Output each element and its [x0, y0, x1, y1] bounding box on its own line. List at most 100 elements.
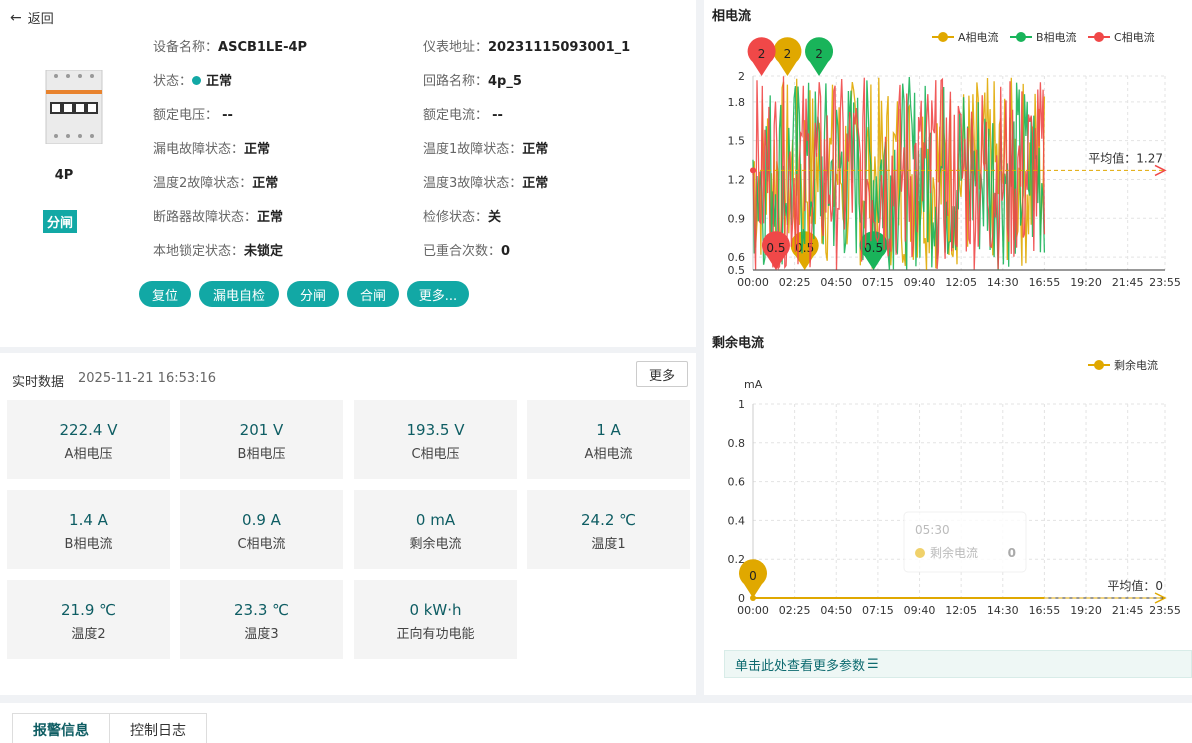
x-tick-label: 02:25: [779, 604, 811, 617]
y-tick-label: 0.8: [728, 437, 746, 450]
tooltip-time: 05:30: [915, 523, 950, 537]
average-label: 平均值：0: [1107, 578, 1163, 593]
data-card-temp1: 24.2 ℃ 温度1: [527, 490, 690, 569]
menu-icon: ☰: [867, 656, 879, 672]
more-params-link[interactable]: 单击此处查看更多参数 ☰: [724, 650, 1192, 678]
x-tick-label: 16:55: [1029, 604, 1061, 617]
bottom-tabs-panel: 报警信息 控制日志: [0, 703, 1192, 743]
legend-label: C相电流: [1114, 30, 1155, 44]
leakage-fault-field: 漏电故障状态：正常: [153, 142, 271, 157]
close-button[interactable]: 合闸: [347, 281, 399, 307]
realtime-more-button[interactable]: 更多: [636, 361, 688, 387]
y-tick-label: 1.5: [728, 135, 746, 148]
local-lock-field: 本地锁定状态：未锁定: [153, 244, 284, 259]
x-tick-label: 09:40: [904, 276, 936, 289]
data-card-residual-current: 0 mA 剩余电流: [354, 490, 517, 569]
tab-control-log[interactable]: 控制日志: [109, 713, 207, 743]
switch-state-badge: 分闸: [43, 210, 78, 233]
y-tick-label: 2: [738, 70, 745, 83]
x-tick-label: 14:30: [987, 604, 1019, 617]
y-tick-label: 0.9: [728, 212, 746, 225]
tooltip-series: 剩余电流: [930, 545, 978, 560]
rated-current-field: 额定电流： --: [423, 108, 503, 123]
open-button[interactable]: 分闸: [287, 281, 339, 307]
y-tick-label: 1.8: [728, 96, 746, 109]
y-tick-label: 0.4: [728, 514, 746, 527]
legend-label: B相电流: [1036, 30, 1077, 44]
x-tick-label: 12:05: [945, 604, 977, 617]
average-label: 平均值：1.27: [1088, 150, 1163, 165]
data-card-temp2: 21.9 ℃ 温度2: [7, 580, 170, 659]
svg-text:2: 2: [784, 47, 792, 61]
reclose-count-field: 已重合次数：0: [423, 244, 511, 259]
data-card-forward-energy: 0 kW·h 正向有功电能: [354, 580, 517, 659]
svg-text:2: 2: [815, 47, 823, 61]
realtime-title: 实时数据: [12, 375, 65, 390]
average-start-dot: [750, 167, 756, 174]
x-tick-label: 02:25: [779, 276, 811, 289]
maintenance-field: 检修状态：关: [423, 210, 502, 225]
phase-current-chart[interactable]: C相电流 B相电流 A相电流 0.5 0.6 0.9 1.2 1.5 1.8 2 00:00 02:2…: [704, 22, 1192, 302]
legend-marker-1: [1016, 32, 1026, 42]
device-model-label: 4P: [54, 168, 74, 183]
device-panel: ← 返回 4P 分闸 设备名称：ASCB1LE-4P 仪表地址：20231115…: [0, 0, 696, 347]
realtime-panel: 实时数据 2025-11-21 16:53:16 更多 222.4 V A相电压 …: [0, 353, 696, 695]
x-tick-label: 07:15: [862, 604, 894, 617]
y-tick-label: 1: [738, 398, 745, 411]
legend-marker-2: [1094, 32, 1104, 42]
x-tick-label: 16:55: [1029, 276, 1061, 289]
arrow-left-icon: ←: [10, 9, 22, 26]
chart-panel: 相电流 C相电流 B相电流 A相电流 0.5 0.6 0.9 1.2 1.5 1.8 2 00:00…: [704, 0, 1192, 695]
device-name-field: 设备名称：ASCB1LE-4P: [153, 40, 308, 55]
back-label: 返回: [27, 12, 54, 27]
reset-button[interactable]: 复位: [139, 281, 191, 307]
more-params-label: 单击此处查看更多参数: [735, 658, 866, 674]
realtime-timestamp: 2025-11-21 16:53:16: [78, 371, 217, 386]
data-card-b-voltage: 201 V B相电压: [180, 400, 343, 479]
legend-marker-0: [1094, 360, 1104, 370]
svg-text:0.5: 0.5: [766, 241, 785, 255]
breaker-fault-field: 断路器故障状态：正常: [153, 210, 284, 225]
data-card-c-current: 0.9 A C相电流: [180, 490, 343, 569]
x-tick-label: 12:05: [945, 276, 977, 289]
loop-name-field: 回路名称：4p_5: [423, 74, 522, 89]
back-button[interactable]: ← 返回: [10, 8, 54, 28]
data-card-a-voltage: 222.4 V A相电压: [7, 400, 170, 479]
x-tick-label: 07:15: [862, 276, 894, 289]
rated-voltage-field: 额定电压： --: [153, 108, 233, 123]
x-tick-label: 21:45: [1112, 604, 1144, 617]
leakage-self-test-button[interactable]: 漏电自检: [199, 281, 279, 307]
x-tick-label: 00:00: [737, 604, 769, 617]
meter-address-field: 仪表地址：20231115093001_1: [423, 40, 631, 55]
max-marker-1: 2: [805, 37, 834, 76]
data-card-b-current: 1.4 A B相电流: [7, 490, 170, 569]
x-tick-label: 04:50: [820, 276, 852, 289]
x-tick-label: 19:20: [1070, 604, 1102, 617]
svg-text:0.5: 0.5: [864, 241, 883, 255]
svg-text:2: 2: [758, 47, 766, 61]
x-tick-label: 23:55: [1149, 604, 1181, 617]
tooltip-dot: [915, 548, 925, 558]
temp1-fault-field: 温度1故障状态：正常: [423, 142, 549, 157]
x-tick-label: 23:55: [1149, 276, 1181, 289]
x-tick-label: 14:30: [987, 276, 1019, 289]
x-tick-label: 19:20: [1070, 276, 1102, 289]
y-tick-label: 1.2: [728, 173, 746, 186]
residual-current-chart-title: 剩余电流: [712, 336, 765, 351]
x-tick-label: 04:50: [820, 604, 852, 617]
tooltip-value: 0: [1008, 546, 1016, 560]
x-tick-label: 21:45: [1112, 276, 1144, 289]
residual-current-chart[interactable]: 剩余电流mA00.20.40.60.8100:00 02:25 04:50 07:15…: [704, 350, 1192, 630]
chart-tooltip: [903, 511, 1027, 573]
tab-alarm-info[interactable]: 报警信息: [12, 713, 110, 743]
data-card-temp3: 23.3 ℃ 温度3: [180, 580, 343, 659]
more-actions-button[interactable]: 更多...: [407, 281, 469, 307]
x-tick-label: 09:40: [904, 604, 936, 617]
status-dot-icon: [192, 76, 202, 85]
temp3-fault-field: 温度3故障状态：正常: [423, 176, 549, 191]
max-marker-0: 2: [773, 37, 802, 76]
max-marker-2: 2: [747, 37, 776, 76]
legend-marker-0: [938, 32, 948, 42]
y-tick-label: 0.6: [728, 476, 746, 489]
temp2-fault-field: 温度2故障状态：正常: [153, 176, 279, 191]
